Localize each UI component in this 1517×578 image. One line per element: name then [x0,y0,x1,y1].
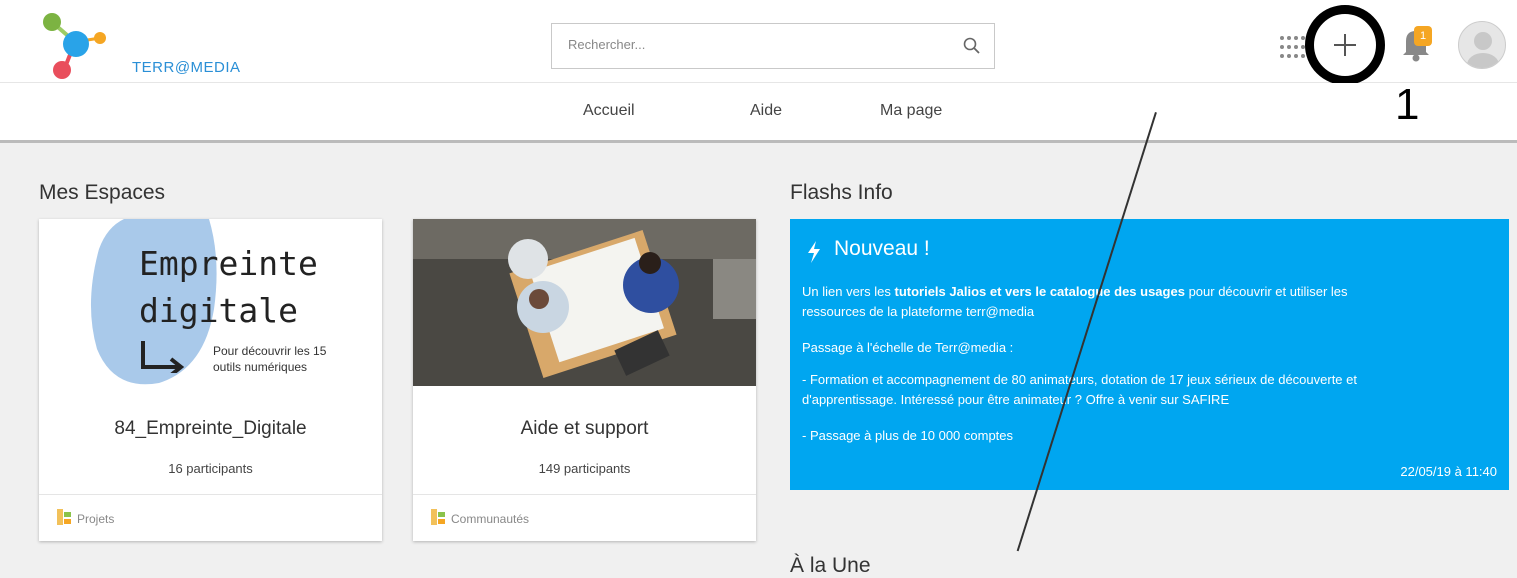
participants-count: 149 participants [538,461,631,476]
space-name[interactable]: Aide et support [413,418,756,440]
image-subtext-2: outils numériques [213,360,308,374]
flash-title: Nouveau ! [834,237,930,260]
lightning-icon [808,241,820,263]
space-card-aide[interactable]: Aide et support 149 participants Communa… [413,219,756,541]
flash-info-panel: Nouveau ! Un lien vers les tutoriels Jal… [790,219,1509,490]
image-text-line1: Empreinte [139,244,318,283]
add-button[interactable] [1305,5,1385,85]
space-card-image: Empreinte digitale Pour découvrir les 15… [39,219,382,386]
search-input[interactable] [566,36,930,53]
section-title-flashs-info: Flashs Info [790,181,893,204]
flash-paragraph-1: Un lien vers les tutoriels Jalios et ver… [802,284,1348,319]
apps-grid-icon[interactable] [1280,36,1305,60]
nav-item-ma-page[interactable]: Ma page [880,102,942,120]
terramedia-logo[interactable]: TERR@MEDIA [42,12,242,80]
arrow-right-icon [141,341,185,373]
image-text-line2: digitale [139,291,298,330]
card-footer: Communautés [413,494,756,542]
nav-item-aide[interactable]: Aide [750,102,782,120]
flash-paragraph-2: Passage à l'échelle de Terr@media : [802,340,1014,355]
image-subtext-1: Pour découvrir les 15 [213,344,327,358]
space-card-empreinte[interactable]: Empreinte digitale Pour découvrir les 15… [39,219,382,541]
annotation-number: 1 [1395,80,1420,129]
section-title-mes-espaces: Mes Espaces [39,181,166,204]
section-title-a-la-une: À la Une [790,554,871,577]
search-icon[interactable] [962,36,982,56]
flash-paragraph-4: - Passage à plus de 10 000 comptes [802,428,1014,443]
plus-icon [1334,34,1356,56]
space-name[interactable]: 84_Empreinte_Digitale [39,418,382,440]
flash-paragraph-3: - Formation et accompagnement de 80 anim… [802,372,1357,407]
category-icon [431,509,445,525]
meeting-photo-icon [413,219,756,386]
category-icon [57,509,71,525]
search-box[interactable] [551,23,995,69]
user-avatar[interactable] [1458,21,1506,69]
brand-name: TERR@MEDIA [132,59,241,76]
main-nav: Accueil Aide Ma page [0,83,1517,143]
space-category[interactable]: Communautés [451,512,529,526]
user-icon [1467,32,1499,68]
participants-count: 16 participants [168,461,253,476]
notification-badge: 1 [1414,26,1432,46]
top-bar: TERR@MEDIA 1 [0,0,1517,85]
flash-link-tutoriels[interactable]: tutoriels Jalios et vers le catalogue de… [894,284,1184,299]
flash-date: 22/05/19 à 11:40 [1400,464,1497,479]
space-category[interactable]: Projets [77,512,114,526]
space-card-photo [413,219,756,386]
nav-item-accueil[interactable]: Accueil [583,102,635,120]
card-footer: Projets [39,494,382,542]
